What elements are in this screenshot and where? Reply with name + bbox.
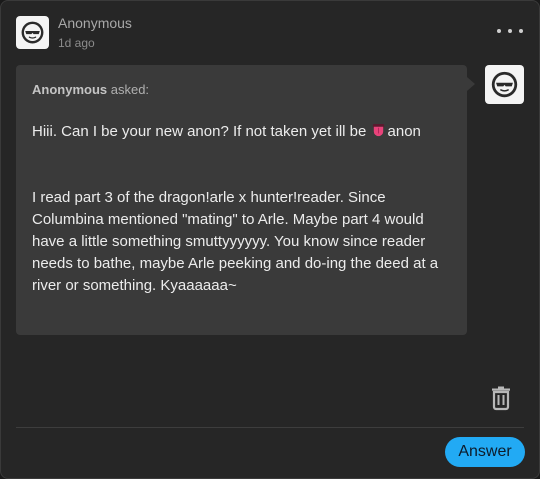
- more-options-icon[interactable]: [497, 23, 523, 39]
- message-paragraph-2: I read part 3 of the dragon!arle x hunte…: [32, 189, 439, 294]
- ask-bubble: Anonymous asked: Hiii. Can I be your new…: [16, 65, 475, 335]
- ask-message: Hiii. Can I be your new anon? If not tak…: [32, 121, 457, 297]
- message-paragraph-1: Hiii. Can I be your new anon? If not tak…: [32, 123, 421, 140]
- post-timestamp: 1d ago: [58, 36, 95, 50]
- asker-suffix: asked:: [107, 82, 150, 97]
- author-avatar[interactable]: [16, 16, 49, 49]
- asker-line: Anonymous asked:: [32, 82, 149, 97]
- trash-icon[interactable]: [488, 385, 514, 411]
- asker-name[interactable]: Anonymous: [32, 82, 107, 97]
- ask-card: Anonymous 1d ago Anonymous asked: Hiii. …: [0, 0, 540, 479]
- tongue-emoji-icon: [372, 123, 384, 137]
- author-name[interactable]: Anonymous: [58, 15, 132, 31]
- blog-avatar[interactable]: [485, 65, 524, 104]
- answer-button[interactable]: Answer: [445, 437, 525, 467]
- footer-divider: [16, 427, 524, 428]
- sunglasses-face-icon: [21, 21, 44, 44]
- sunglasses-face-icon: [491, 71, 518, 98]
